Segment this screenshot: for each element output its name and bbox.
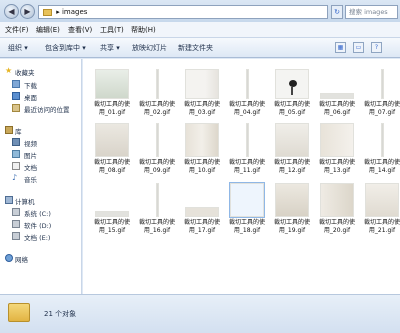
item-count: 21 个对象 [44, 310, 77, 318]
file-thumbnail [156, 69, 159, 99]
menu-tools[interactable]: 工具(T) [100, 25, 124, 35]
pictures-icon [12, 150, 20, 158]
download-folder-icon [12, 80, 20, 88]
nav-downloads[interactable]: 下载 [0, 79, 81, 90]
library-icon [5, 126, 13, 134]
file-thumbnail [275, 183, 309, 217]
star-icon: ★ [5, 66, 13, 75]
nav-computer[interactable]: 计算机 [0, 195, 81, 206]
refresh-button[interactable]: ↻ [331, 5, 343, 19]
nav-drive-e[interactable]: 文档 (E:) [0, 231, 81, 242]
folder-icon [8, 303, 30, 322]
breadcrumb-images[interactable]: images [62, 8, 87, 16]
nav-drive-c-label: 系统 (C:) [24, 210, 51, 218]
breadcrumb-separator-icon: ▸ [56, 8, 60, 16]
file-name: 裁切工具的使 用_07.gif [363, 101, 400, 116]
video-icon [12, 138, 20, 146]
forward-arrow-icon: ▶ [24, 7, 31, 16]
drive-icon [12, 220, 20, 228]
navigation-pane: ★ 收藏夹 下载 桌面 最近访问的位置 库 视频 图片 文档 ♪ 音乐 计算机 … [0, 59, 82, 294]
address-bar-area: ◀ ▶ ▸ images ↻ 搜索 images [0, 0, 400, 22]
file-list: 裁切工具的使 用_01.gif 裁切工具的使 用_02.gif 裁切工具的使 用_03… [83, 59, 400, 294]
nav-drive-d[interactable]: 软件 (D:) [0, 219, 81, 230]
slideshow-button[interactable]: 放映幻灯片 [132, 43, 167, 53]
nav-documents-label: 文档 [24, 164, 37, 172]
nav-music-label: 音乐 [24, 176, 37, 184]
drive-icon [12, 232, 20, 240]
search-input[interactable]: 搜索 images [345, 5, 398, 19]
desktop-icon [12, 92, 20, 100]
help-icon[interactable]: ? [371, 42, 382, 53]
recent-places-icon [12, 104, 20, 112]
file-thumbnail [275, 69, 309, 99]
nav-videos-label: 视频 [24, 140, 37, 148]
nav-drive-d-label: 软件 (D:) [24, 222, 52, 230]
nav-recent-label: 最近访问的位置 [24, 106, 70, 114]
address-field[interactable]: ▸ images [38, 5, 328, 19]
file-thumbnail [185, 69, 219, 99]
computer-icon [5, 196, 13, 204]
nav-network[interactable]: 网络 [0, 253, 81, 264]
file-thumbnail [365, 183, 399, 217]
file-thumbnail [320, 93, 354, 99]
file-thumbnail [95, 211, 129, 217]
file-thumbnail [275, 123, 309, 157]
file-thumbnail [320, 183, 354, 217]
nav-videos[interactable]: 视频 [0, 137, 81, 148]
nav-favorites-label: 收藏夹 [15, 69, 35, 77]
menu-edit[interactable]: 编辑(E) [36, 25, 60, 35]
nav-desktop-label: 桌面 [24, 94, 37, 102]
nav-downloads-label: 下载 [24, 82, 37, 90]
menu-help[interactable]: 帮助(H) [131, 25, 156, 35]
command-toolbar: 组织 ▾ 包含到库中 ▾ 共享 ▾ 放映幻灯片 新建文件夹 ▦ ▭ ? [0, 38, 400, 58]
music-icon: ♪ [12, 173, 18, 182]
menu-view[interactable]: 查看(V) [68, 25, 92, 35]
file-thumbnail [156, 183, 159, 217]
nav-desktop[interactable]: 桌面 [0, 91, 81, 102]
documents-icon [12, 162, 20, 170]
nav-drive-e-label: 文档 (E:) [24, 234, 51, 242]
nav-music[interactable]: ♪ 音乐 [0, 173, 81, 185]
file-name: 裁切工具的使 用_14.gif [363, 159, 400, 174]
include-in-library-button[interactable]: 包含到库中 ▾ [45, 43, 86, 53]
file-thumbnail [229, 182, 265, 218]
nav-favorites[interactable]: ★ 收藏夹 [0, 66, 81, 78]
nav-pictures[interactable]: 图片 [0, 149, 81, 160]
nav-recent[interactable]: 最近访问的位置 [0, 103, 81, 114]
network-icon [5, 254, 13, 262]
refresh-icon: ↻ [334, 8, 340, 16]
back-button[interactable]: ◀ [4, 4, 19, 19]
file-thumbnail [320, 123, 354, 157]
forward-button[interactable]: ▶ [20, 4, 35, 19]
nav-drive-c[interactable]: 系统 (C:) [0, 207, 81, 218]
back-arrow-icon: ◀ [8, 7, 15, 16]
file-thumbnail [246, 123, 249, 157]
preview-pane-icon[interactable]: ▭ [353, 42, 364, 53]
file-thumbnail [246, 69, 249, 99]
drive-icon [12, 208, 20, 216]
nav-pictures-label: 图片 [24, 152, 37, 160]
nav-computer-label: 计算机 [15, 198, 35, 206]
file-thumbnail [381, 69, 384, 99]
nav-documents[interactable]: 文档 [0, 161, 81, 172]
file-thumbnail [95, 123, 129, 157]
menu-bar: 文件(F) 编辑(E) 查看(V) 工具(T) 帮助(H) [0, 22, 400, 38]
view-options-icon[interactable]: ▦ [335, 42, 346, 53]
details-pane: 21 个对象 [0, 294, 400, 333]
file-thumbnail [381, 123, 384, 157]
share-button[interactable]: 共享 ▾ [100, 43, 120, 53]
folder-icon [43, 8, 52, 16]
file-thumbnail [185, 207, 219, 217]
file-thumbnail [185, 123, 219, 157]
file-name: 裁切工具的使 用_21.gif [363, 219, 400, 234]
nav-libraries-label: 库 [15, 128, 22, 136]
nav-libraries[interactable]: 库 [0, 125, 81, 136]
new-folder-button[interactable]: 新建文件夹 [178, 43, 213, 53]
file-thumbnail [156, 123, 159, 157]
organize-button[interactable]: 组织 ▾ [8, 43, 28, 53]
menu-file[interactable]: 文件(F) [5, 25, 29, 35]
file-thumbnail [95, 69, 129, 99]
nav-network-label: 网络 [15, 256, 28, 264]
search-placeholder: 搜索 images [349, 8, 388, 16]
